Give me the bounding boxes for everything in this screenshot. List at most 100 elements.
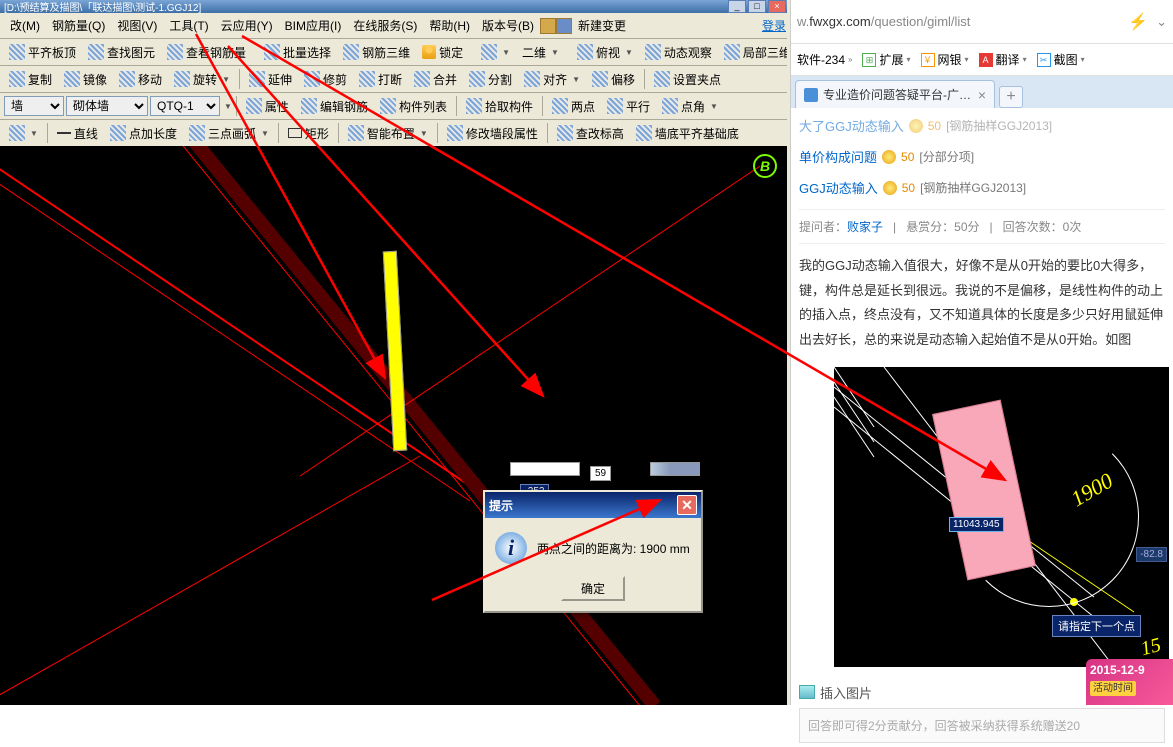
rebar-3d-button[interactable]: 钢筋三维 [338, 41, 415, 64]
login-link[interactable]: 登录 [762, 17, 786, 34]
merge-icon [414, 71, 430, 87]
align-button[interactable]: 对齐▼ [519, 68, 585, 91]
related-link-0[interactable]: 大了GGJ动态输入 [799, 116, 904, 135]
related-row-1: 单价构成问题 50 [分部分项] [799, 141, 1165, 172]
elevation-icon [557, 125, 573, 141]
tool-mini-1[interactable]: ▼ [4, 122, 43, 144]
coin-value-2: 50 [902, 181, 915, 195]
local-3d-button[interactable]: 局部三维 [719, 41, 790, 64]
dialog-close-button[interactable]: ✕ [677, 495, 697, 515]
pick-component-button[interactable]: 拾取构件 [461, 95, 538, 118]
menu-tools[interactable]: 工具(T) [163, 14, 214, 37]
related-link-1[interactable]: 单价构成问题 [799, 147, 877, 166]
extend-icon [249, 71, 265, 87]
shortcut-icon-1[interactable] [540, 18, 556, 34]
point-angle-button[interactable]: 点角▼ [657, 95, 723, 118]
qt-select[interactable]: QTQ-1 [150, 96, 220, 116]
tab-close-icon[interactable]: × [978, 87, 986, 103]
break-button[interactable]: 打断 [354, 68, 407, 91]
category-select[interactable]: 墙 [4, 96, 64, 116]
wall-type-select[interactable]: 砌体墙 [66, 96, 148, 116]
shortcut-icon-2[interactable] [556, 18, 572, 34]
split-button[interactable]: 分割 [464, 68, 517, 91]
lock-button[interactable]: 锁定 [417, 41, 468, 64]
line-button[interactable]: 直线 [52, 122, 103, 145]
dynamic-observe-button[interactable]: 动态观察 [640, 41, 717, 64]
extend-button[interactable]: 延伸 [244, 68, 297, 91]
offset-button[interactable]: 偏移 [587, 68, 640, 91]
dialog-ok-button[interactable]: 确定 [561, 576, 625, 601]
screenshot-button[interactable]: ✂截图▾ [1037, 51, 1085, 68]
copy-button[interactable]: 复制 [4, 68, 57, 91]
tab-bar: 专业造价问题答疑平台-广联达 × + [791, 76, 1173, 108]
related-tag-0: [钢筋抽样GGJ2013] [946, 117, 1052, 134]
check-elevation-button[interactable]: 查改标高 [552, 122, 629, 145]
dialog-titlebar[interactable]: 提示 ✕ [485, 492, 701, 518]
related-link-2[interactable]: GGJ动态输入 [799, 178, 878, 197]
menu-version[interactable]: 版本号(B) [476, 14, 540, 37]
find-element-button[interactable]: 查找图元 [83, 41, 160, 64]
new-change-button[interactable]: 新建变更 [572, 14, 632, 37]
trim-button[interactable]: 修剪 [299, 68, 352, 91]
view-rebar-button[interactable]: 查看钢筋量 [162, 41, 251, 64]
align2-icon [524, 71, 540, 87]
parallel-button[interactable]: 平行 [602, 95, 655, 118]
batch-icon [264, 44, 280, 60]
three-point-arc-button[interactable]: 三点画弧▼ [184, 122, 274, 145]
promo-banner[interactable]: 2015-12-9 活动时间 [1086, 659, 1173, 705]
embedded-screenshot[interactable]: 11043.945 1900 15 -82.8 请指定下一个点 [834, 367, 1169, 667]
trim-icon [304, 71, 320, 87]
toolbar-2: 复制 镜像 移动 旋转▼ 延伸 修剪 打断 合并 分割 对齐▼ 偏移 设置夹点 [0, 66, 790, 93]
rect-button[interactable]: 矩形 [283, 122, 334, 145]
modify-wall-prop-button[interactable]: 修改墙段属性 [442, 122, 543, 145]
minimize-button[interactable]: _ [728, 0, 746, 13]
rotate-button[interactable]: 旋转▼ [169, 68, 235, 91]
overlook-button[interactable]: 俯视▼ [572, 41, 638, 64]
menu-help[interactable]: 帮助(H) [423, 14, 476, 37]
smart-layout-button[interactable]: 智能布置▼ [343, 122, 433, 145]
wall-bottom-align-button[interactable]: 墙底平齐基础底 [631, 122, 744, 145]
coord-input-1[interactable] [510, 462, 580, 476]
edit-rebar-button[interactable]: 编辑钢筋 [296, 95, 373, 118]
close-button[interactable]: × [768, 0, 786, 13]
new-tab-button[interactable]: + [999, 86, 1023, 108]
point-extend-button[interactable]: 点加长度 [105, 122, 182, 145]
maximize-button[interactable]: □ [748, 0, 766, 13]
tab-active[interactable]: 专业造价问题答疑平台-广联达 × [795, 80, 995, 108]
menu-view[interactable]: 视图(V) [111, 14, 163, 37]
scissor-icon: ✂ [1037, 53, 1051, 67]
batch-select-button[interactable]: 批量选择 [259, 41, 336, 64]
grip-icon [654, 71, 670, 87]
asker-link[interactable]: 败家子 [847, 220, 883, 234]
insert-image-label: 插入图片 [820, 683, 872, 702]
menu-online[interactable]: 在线服务(S) [347, 14, 423, 37]
drawing-canvas[interactable]: B .252 59 59308.999 提示 ✕ i 两点之间的距离为: 190… [0, 146, 787, 705]
toolbar-4: ▼ 直线 点加长度 三点画弧▼ 矩形 智能布置▼ 修改墙段属性 查改标高 墙底平… [0, 120, 790, 147]
two-d-button[interactable]: 二维▼ [517, 41, 564, 64]
move-button[interactable]: 移动 [114, 68, 167, 91]
grid-icon: ⊞ [862, 53, 876, 67]
fast-icon[interactable]: ⚡ [1128, 12, 1148, 32]
ext-button[interactable]: ⊞扩展▾ [862, 51, 910, 68]
mirror-button[interactable]: 镜像 [59, 68, 112, 91]
menu-cloud[interactable]: 云应用(Y) [215, 14, 279, 37]
component-list-button[interactable]: 构件列表 [375, 95, 452, 118]
modify-icon [447, 125, 463, 141]
align-slab-top-button[interactable]: 平齐板顶 [4, 41, 81, 64]
coord-input-2[interactable] [650, 462, 700, 476]
translate-button[interactable]: A翻译▾ [979, 51, 1027, 68]
menu-bim[interactable]: BIM应用(I) [279, 14, 348, 37]
address-bar[interactable]: w.fwxgx.com/question/giml/list ⚡ ⌄ [791, 0, 1173, 44]
answer-input[interactable]: 回答即可得2分贡献分，回答被采纳获得系统赠送20 [799, 708, 1165, 743]
rotate-icon [174, 71, 190, 87]
menu-modify[interactable]: 改(M) [4, 14, 46, 37]
bank-button[interactable]: ￥网银▾ [921, 51, 969, 68]
tool-square-1[interactable]: ▼ [476, 41, 515, 63]
set-grip-button[interactable]: 设置夹点 [649, 68, 726, 91]
software-link[interactable]: 软件-234» [797, 51, 852, 68]
property-button[interactable]: 属性 [241, 95, 294, 118]
two-point-button[interactable]: 两点 [547, 95, 600, 118]
merge-button[interactable]: 合并 [409, 68, 462, 91]
menu-rebar[interactable]: 钢筋量(Q) [46, 14, 111, 37]
url-chevron-icon[interactable]: ⌄ [1156, 14, 1167, 30]
